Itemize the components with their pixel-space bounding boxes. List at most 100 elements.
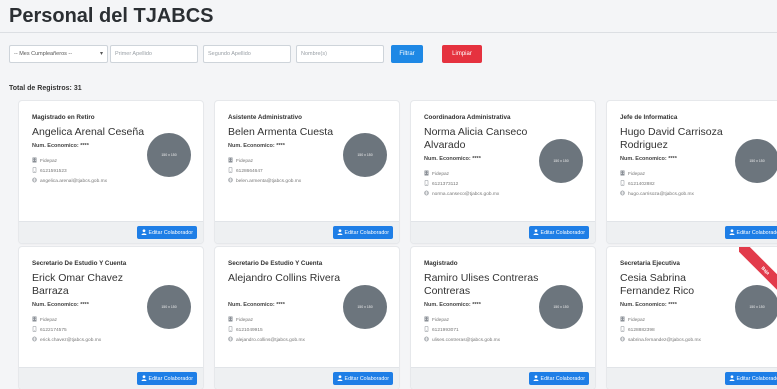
clear-button[interactable]: Limpiar	[442, 45, 482, 63]
employee-info: Fidepaz 6122174575 erick.chavez@tjabcs.gob…	[32, 316, 101, 346]
employee-number: Num. Economico: ****	[424, 302, 481, 308]
phone-row: 6121373112	[424, 180, 499, 190]
employee-phone: 6121373112	[432, 182, 459, 187]
phone-row: 6128882398	[620, 326, 701, 336]
employee-phone: 6121591523	[40, 169, 67, 174]
employee-number: Num. Economico: ****	[32, 302, 89, 308]
employee-role: Secretaria Ejecutiva	[620, 260, 680, 267]
phone-icon	[620, 180, 625, 190]
employee-phone: 6121993071	[432, 328, 459, 333]
employee-email: erick.chavez@tjabcs.gob.mx	[40, 338, 102, 343]
globe-icon	[424, 190, 429, 200]
title-divider	[0, 32, 777, 33]
edit-collaborator-button[interactable]: Editar Colaborador	[332, 372, 393, 385]
employee-email: ulises.contreras@tjabcs.gob.mx	[432, 338, 501, 343]
employee-card: Coordinadora Administrativa Norma Alicia …	[411, 101, 595, 243]
email-row: norma.canseco@tjabcs.gob.mx	[424, 190, 499, 200]
employee-department: Fidepaz	[40, 159, 58, 164]
employee-info: Fidepaz 6121049915 alejandro.collins@tjabc…	[228, 316, 305, 346]
email-row: sabrina.fernandez@tjabcs.gob.mx	[620, 336, 701, 346]
employee-email: angelica.arenal@tjabcs.gob.mx	[40, 179, 107, 184]
employee-name: Alejandro Collins Rivera	[228, 272, 341, 284]
employee-number: Num. Economico: ****	[32, 143, 89, 149]
first-surname-input[interactable]	[110, 45, 198, 63]
employee-email: sabrina.fernandez@tjabcs.gob.mx	[628, 338, 701, 343]
card-footer: Editar Colaborador	[607, 221, 777, 243]
avatar: 150 x 150	[343, 133, 387, 177]
avatar: 150 x 150	[147, 285, 191, 329]
status-ribbon: Baja	[739, 247, 777, 299]
employee-phone: 6128882398	[628, 328, 655, 333]
phone-row: 6122174575	[32, 326, 101, 336]
email-row: erick.chavez@tjabcs.gob.mx	[32, 336, 101, 346]
employee-card: Secretario De Estudio Y Cuenta Erick Omar…	[19, 247, 203, 389]
employee-info: Fidepaz 6121402882 hugo.carrisoza@tjabcs.g…	[620, 170, 694, 200]
birthday-month-select[interactable]: -- Mes Cumpleañeros -- ▾	[9, 45, 108, 63]
edit-collaborator-button[interactable]: Editar Colaborador	[724, 226, 777, 239]
edit-collaborator-button[interactable]: Editar Colaborador	[136, 226, 197, 239]
edit-collaborator-label: Editar Colaborador	[148, 229, 193, 236]
employee-info: Fidepaz 6128882398 sabrina.fernandez@tjabc…	[620, 316, 701, 346]
phone-icon	[228, 167, 233, 177]
employee-info: Fidepaz 6121993071 ulises.contreras@tjabcs…	[424, 316, 500, 346]
employee-card: Jefe de Informatica Hugo David Carrisoza …	[607, 101, 777, 243]
user-icon	[337, 228, 343, 237]
employee-phone: 6122174575	[40, 328, 67, 333]
building-icon	[228, 316, 233, 326]
employee-role: Secretario De Estudio Y Cuenta	[32, 260, 127, 267]
edit-collaborator-label: Editar Colaborador	[736, 229, 777, 236]
email-row: hugo.carrisoza@tjabcs.gob.mx	[620, 190, 694, 200]
user-icon	[729, 228, 735, 237]
employee-phone: 6121049915	[236, 328, 263, 333]
birthday-month-select-value: -- Mes Cumpleañeros --	[14, 51, 73, 57]
filter-button[interactable]: Filtrar	[391, 45, 423, 63]
user-icon	[141, 228, 147, 237]
employee-number: Num. Economico: ****	[228, 143, 285, 149]
avatar: 150 x 150	[147, 133, 191, 177]
card-footer: Editar Colaborador	[215, 367, 399, 389]
edit-collaborator-button[interactable]: Editar Colaborador	[136, 372, 197, 385]
employee-name: Belen Armenta Cuesta	[228, 126, 334, 138]
avatar: 150 x 150	[539, 285, 583, 329]
department-row: Fidepaz	[32, 157, 107, 167]
avatar: 150 x 150	[735, 139, 777, 183]
employee-name: Norma Alicia Canseco Alvarado	[424, 126, 528, 151]
user-icon	[533, 374, 539, 383]
chevron-down-icon: ▾	[99, 51, 103, 57]
edit-collaborator-button[interactable]: Editar Colaborador	[528, 372, 589, 385]
employee-name: Erick Omar Chavez Barraza	[32, 272, 124, 297]
employee-name: Hugo David Carrisoza Rodriguez	[620, 126, 723, 151]
employee-card: Asistente Administrativo Belen Armenta Cu…	[215, 101, 399, 243]
employee-department: Fidepaz	[40, 318, 58, 323]
globe-icon	[32, 177, 37, 187]
department-row: Fidepaz	[620, 316, 701, 326]
employee-department: Fidepaz	[432, 172, 450, 177]
department-row: Fidepaz	[424, 316, 500, 326]
employee-phone: 6128664647	[236, 169, 263, 174]
employee-card: Magistrado en Retiro Angelica Arenal Cese…	[19, 101, 203, 243]
edit-collaborator-button[interactable]: Editar Colaborador	[528, 226, 589, 239]
name-input[interactable]	[296, 45, 384, 63]
phone-icon	[424, 180, 429, 190]
department-row: Fidepaz	[424, 170, 499, 180]
second-surname-input[interactable]	[203, 45, 291, 63]
edit-collaborator-button[interactable]: Editar Colaborador	[724, 372, 777, 385]
user-icon	[337, 374, 343, 383]
card-footer: Editar Colaborador	[19, 221, 203, 243]
department-row: Fidepaz	[32, 316, 101, 326]
building-icon	[620, 316, 625, 326]
page-title: Personal del TJABCS	[9, 5, 214, 27]
phone-row: 6121993071	[424, 326, 500, 336]
user-icon	[141, 374, 147, 383]
employee-card: Secretario De Estudio Y Cuenta Alejandro …	[215, 247, 399, 389]
edit-collaborator-label: Editar Colaborador	[344, 375, 389, 382]
employee-role: Coordinadora Administrativa	[424, 114, 511, 121]
edit-collaborator-button[interactable]: Editar Colaborador	[332, 226, 393, 239]
department-row: Fidepaz	[228, 157, 301, 167]
avatar: 150 x 150	[343, 285, 387, 329]
edit-collaborator-label: Editar Colaborador	[540, 375, 585, 382]
employee-department: Fidepaz	[432, 318, 450, 323]
employee-phone: 6121402882	[628, 182, 655, 187]
edit-collaborator-label: Editar Colaborador	[344, 229, 389, 236]
user-icon	[533, 228, 539, 237]
